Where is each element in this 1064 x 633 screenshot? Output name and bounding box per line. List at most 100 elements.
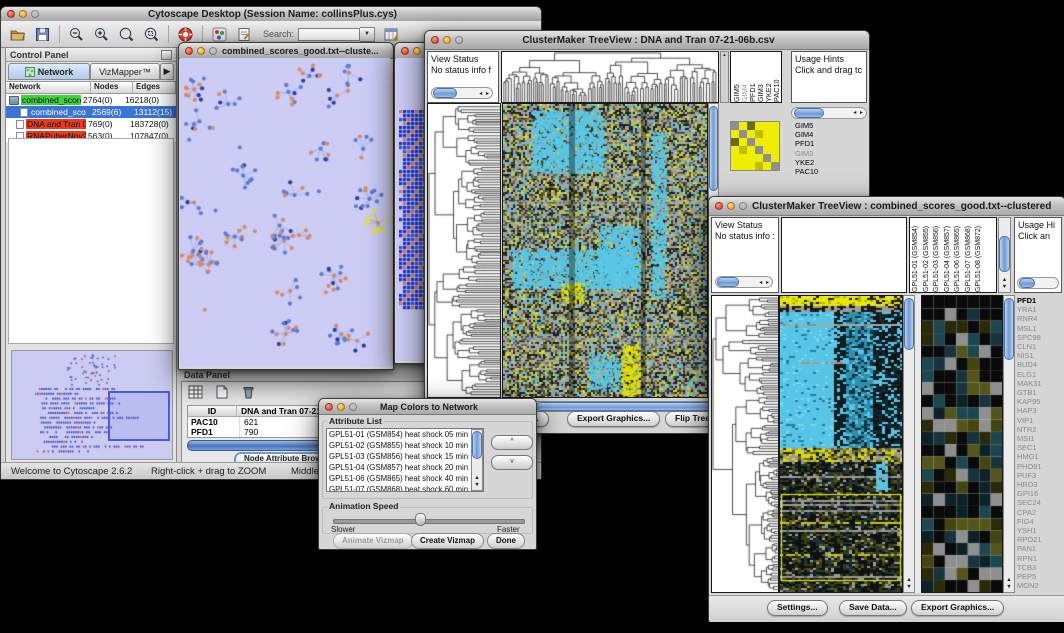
annotation-icon[interactable] bbox=[235, 25, 253, 43]
button-export-graphics-[interactable]: Export Graphics... bbox=[911, 600, 1004, 616]
scroll-thumb[interactable] bbox=[794, 108, 824, 118]
scroll-arrows[interactable]: ▲▼ bbox=[1004, 577, 1014, 591]
delete-attribute-icon[interactable] bbox=[241, 385, 257, 400]
column-header[interactable]: Network bbox=[6, 82, 91, 93]
search-input[interactable] bbox=[298, 28, 360, 41]
main-titlebar[interactable]: Cytoscape Desktop (Session Name: collins… bbox=[1, 7, 541, 22]
attribute-list-scrollbar[interactable]: ▲▼ bbox=[471, 429, 483, 491]
zoom-button[interactable] bbox=[455, 36, 463, 44]
zoom-button[interactable] bbox=[739, 202, 747, 210]
network-list-row[interactable]: DNA and Tran 07769(0)183728(0) bbox=[6, 118, 176, 130]
scroll-arrows[interactable]: ▲▼ bbox=[904, 577, 914, 591]
scroll-arrows[interactable]: ◂ ▸ bbox=[479, 89, 490, 100]
hints-hscrollbar[interactable]: ◂ ▸ bbox=[791, 107, 867, 119]
zoom-heatmap-frame[interactable] bbox=[921, 295, 1003, 593]
close-button[interactable] bbox=[185, 47, 193, 55]
button-save-data-[interactable]: Save Data... bbox=[839, 600, 907, 616]
attribute-item[interactable]: GPL51-03 (GSM856) heat shock 15 min bbox=[327, 451, 483, 462]
network-view-titlebar[interactable]: combined_scores_good.txt--cluste... bbox=[179, 43, 393, 59]
attribute-item[interactable]: GPL51-02 (GSM855) heat shock 10 min bbox=[327, 440, 483, 451]
zoom-button[interactable] bbox=[349, 403, 357, 411]
scroll-thumb[interactable] bbox=[536, 402, 712, 411]
labels-vscrollbar[interactable]: ▲▼ bbox=[998, 217, 1011, 293]
global-heatmap-canvas[interactable] bbox=[780, 296, 902, 592]
float-panel-icon[interactable] bbox=[161, 50, 172, 60]
button-export-graphics-[interactable]: Export Graphics... bbox=[567, 411, 660, 427]
network-list-row[interactable]: combined_scores_2764(0)16218(0) bbox=[6, 94, 176, 106]
attribute-item[interactable]: GPL51-07 (GSM868) heat shock 60 min bbox=[327, 484, 483, 492]
scroll-arrows[interactable]: ▲▼ bbox=[472, 475, 482, 489]
label-scroll-strip[interactable]: ▴ bbox=[720, 51, 729, 103]
treeview2-titlebar[interactable]: ClusterMaker TreeView : combined_scores_… bbox=[709, 197, 1064, 216]
dialog-titlebar[interactable]: Map Colors to Network bbox=[319, 399, 536, 415]
zoom-selected-icon[interactable] bbox=[142, 25, 160, 43]
network-list-row[interactable]: combined_sco2569(6)13112(15) bbox=[6, 106, 176, 118]
help-icon[interactable] bbox=[176, 25, 194, 43]
attribute-item[interactable]: GPL51-06 (GSM865) heat shock 40 min bbox=[327, 473, 483, 484]
scroll-arrows[interactable]: ◂ ▸ bbox=[759, 278, 770, 289]
scroll-thumb[interactable] bbox=[999, 236, 1010, 272]
close-button[interactable] bbox=[401, 47, 409, 55]
animation-speed-slider[interactable] bbox=[333, 519, 525, 524]
scroll-thumb[interactable] bbox=[433, 88, 457, 98]
overview-viewport-rectangle[interactable] bbox=[108, 391, 170, 441]
network-graph-canvas[interactable] bbox=[180, 58, 390, 367]
scroll-thumb[interactable] bbox=[709, 106, 718, 191]
attribute-item[interactable]: GPL51-01 (GSM854) heat shock 05 min bbox=[327, 429, 483, 440]
column-header[interactable]: Edges bbox=[133, 82, 176, 93]
minimize-button[interactable] bbox=[727, 202, 735, 210]
tab-network[interactable]: Network bbox=[8, 63, 90, 80]
minimize-button[interactable] bbox=[19, 10, 27, 18]
table-icon[interactable] bbox=[188, 385, 204, 400]
zoom-fit-icon[interactable] bbox=[117, 25, 135, 43]
minimize-button[interactable] bbox=[413, 47, 421, 55]
heatmap-canvas[interactable] bbox=[503, 104, 707, 397]
scroll-arrows[interactable]: ▲▼ bbox=[999, 277, 1010, 291]
zoom-vscrollbar[interactable]: ▲▼ bbox=[1003, 295, 1015, 593]
scroll-thumb[interactable] bbox=[472, 431, 482, 459]
open-session-icon[interactable] bbox=[8, 25, 26, 43]
hints-scrollbar[interactable] bbox=[1017, 277, 1059, 289]
treeview1-titlebar[interactable]: ClusterMaker TreeView : DNA and Tran 07-… bbox=[425, 31, 869, 50]
minimize-button[interactable] bbox=[337, 403, 345, 411]
attribute-browser-icon[interactable] bbox=[382, 25, 400, 43]
zoom-heatmap-canvas[interactable] bbox=[922, 296, 1002, 592]
move-up-button[interactable]: ^ bbox=[491, 435, 533, 450]
scroll-thumb[interactable] bbox=[717, 277, 739, 287]
tab--[interactable]: ▶ bbox=[160, 63, 174, 80]
tab-vizmapper-[interactable]: VizMapper™ bbox=[90, 63, 160, 80]
close-button[interactable] bbox=[715, 202, 723, 210]
view-status-scrollbar[interactable]: ◂ ▸ bbox=[431, 87, 493, 99]
column-header[interactable]: Nodes bbox=[91, 82, 133, 93]
zoom-in-icon[interactable] bbox=[92, 25, 110, 43]
zoom-button[interactable] bbox=[31, 10, 39, 18]
scroll-thumb[interactable] bbox=[904, 298, 914, 350]
view-status-scrollbar[interactable]: ◂ ▸ bbox=[715, 276, 773, 288]
zoom-matrix[interactable] bbox=[730, 121, 780, 171]
move-down-button[interactable]: v bbox=[491, 455, 533, 470]
attribute-item[interactable]: GPL51-04 (GSM857) heat shock 20 min bbox=[327, 462, 483, 473]
row-dendrogram-frame[interactable] bbox=[711, 295, 779, 593]
search-dropdown-icon[interactable]: ▼ bbox=[360, 27, 375, 42]
attribute-list[interactable]: GPL51-01 (GSM854) heat shock 05 minGPL51… bbox=[326, 428, 484, 492]
scroll-arrows[interactable]: ◂ ▸ bbox=[853, 109, 864, 116]
new-attribute-icon[interactable] bbox=[214, 385, 230, 400]
heatmap-vscrollbar[interactable]: ▲▼ bbox=[903, 295, 915, 593]
close-button[interactable] bbox=[7, 10, 15, 18]
network-canvas-area[interactable] bbox=[180, 58, 390, 367]
button-settings-[interactable]: Settings... bbox=[767, 600, 828, 616]
button-done[interactable]: Done bbox=[487, 533, 525, 549]
close-button[interactable] bbox=[431, 36, 439, 44]
network-overview-thumbnail[interactable] bbox=[11, 350, 173, 460]
minimize-button[interactable] bbox=[443, 36, 451, 44]
heatmap-frame[interactable] bbox=[502, 103, 708, 398]
vizmapper-nodes-icon[interactable] bbox=[210, 25, 228, 43]
column-dendrogram-frame[interactable] bbox=[781, 217, 907, 293]
minimize-button[interactable] bbox=[197, 47, 205, 55]
zoom-out-icon[interactable] bbox=[67, 25, 85, 43]
button-create-vizmap[interactable]: Create Vizmap bbox=[411, 533, 484, 549]
scroll-thumb[interactable] bbox=[1019, 278, 1035, 288]
global-heatmap-frame[interactable] bbox=[779, 295, 903, 593]
scroll-thumb[interactable] bbox=[1004, 298, 1014, 360]
button-animate-vizmap[interactable]: Animate Vizmap bbox=[333, 533, 413, 549]
